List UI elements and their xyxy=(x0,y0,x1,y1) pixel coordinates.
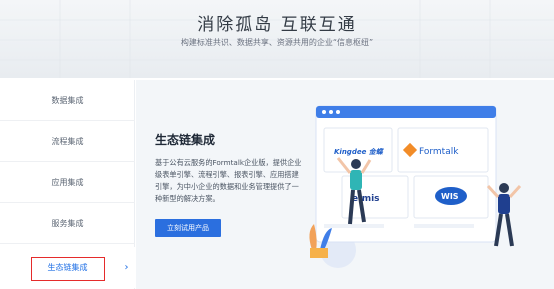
try-product-button[interactable]: 立刻试用产品 xyxy=(155,219,221,237)
kingdee-logo: Kingdee 金蝶 xyxy=(334,147,385,156)
browser-window-shape xyxy=(315,105,497,243)
panel-description: 基于公有云服务的Formtalk企业版，提供企业级表单引擎、流程引擎、报表引擎、… xyxy=(155,158,302,203)
sidebar-item-process-integration[interactable]: 流程集成 xyxy=(0,121,135,162)
sidebar-item-label: 应用集成 xyxy=(51,177,84,187)
ecosystem-illustration: Kingdee 金蝶 Formtalk e:mis WIS xyxy=(309,105,522,268)
hero-title: 消除孤岛 互联互通 xyxy=(197,15,357,35)
sidebar-item-data-integration[interactable]: 数据集成 xyxy=(0,80,135,121)
emis-logo: e:mis xyxy=(352,194,380,204)
hero-subtitle: 构建标准共识、数据共享、资源共用的企业“信息枢纽” xyxy=(180,38,374,47)
sidebar-item-service-integration[interactable]: 服务集成 xyxy=(0,203,135,244)
sidebar-item-label: 服务集成 xyxy=(51,218,84,228)
browser-titlebar-shape xyxy=(316,106,496,118)
sidebar-item-label: 流程集成 xyxy=(51,136,84,146)
formtalk-logo: Formtalk xyxy=(419,147,459,157)
wis-logo: WIS xyxy=(441,192,459,201)
sidebar-item-app-integration[interactable]: 应用集成 xyxy=(0,162,135,203)
panel-title: 生态链集成 xyxy=(155,133,216,147)
hero-banner: 消除孤岛 互联互通 构建标准共识、数据共享、资源共用的企业“信息枢纽” xyxy=(0,0,554,78)
chevron-right-icon[interactable]: › xyxy=(118,247,135,288)
active-item-highlight xyxy=(31,257,105,281)
sidebar-item-label: 数据集成 xyxy=(51,95,84,105)
